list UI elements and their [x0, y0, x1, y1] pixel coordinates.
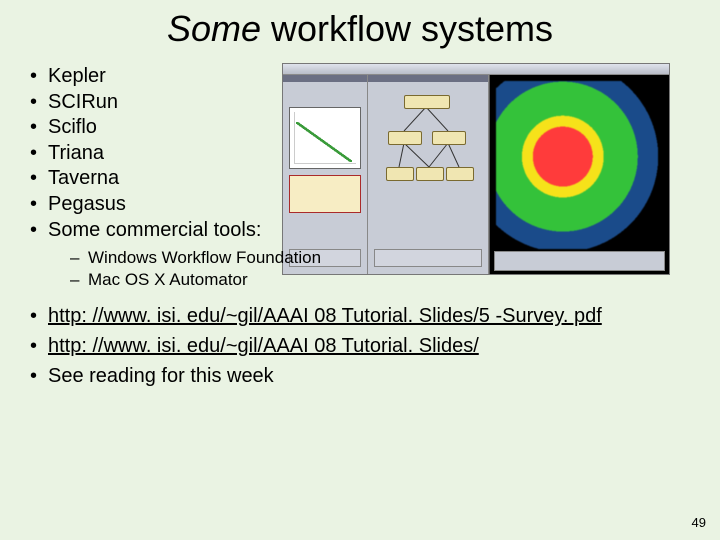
list-item: Windows Workflow Foundation — [70, 247, 694, 269]
list-item: Sciflo — [26, 115, 694, 141]
slide-content: Kepler SCIRun Sciflo Triana Taverna Pega… — [0, 50, 720, 391]
slide-title: Some workflow systems — [0, 0, 720, 50]
link-list: http: //www. isi. edu/~gil/AAAI 08 Tutor… — [26, 301, 694, 391]
link[interactable]: http: //www. isi. edu/~gil/AAAI 08 Tutor… — [48, 305, 602, 327]
list-item: Taverna — [26, 166, 694, 192]
list-item: Pegasus — [26, 192, 694, 218]
list-item: See reading for this week — [26, 361, 694, 391]
title-rest: workflow systems — [261, 8, 553, 49]
list-item: Some commercial tools: — [26, 218, 694, 244]
title-em: Some — [167, 8, 261, 49]
list-item: SCIRun — [26, 90, 694, 116]
page-number: 49 — [692, 515, 706, 530]
list-item: http: //www. isi. edu/~gil/AAAI 08 Tutor… — [26, 331, 694, 361]
slide: Some workflow systems — [0, 0, 720, 540]
bullet-list: Kepler SCIRun Sciflo Triana Taverna Pega… — [26, 64, 694, 243]
list-item: Mac OS X Automator — [70, 269, 694, 291]
link[interactable]: http: //www. isi. edu/~gil/AAAI 08 Tutor… — [48, 335, 479, 357]
list-item: Kepler — [26, 64, 694, 90]
sub-bullet-list: Windows Workflow Foundation Mac OS X Aut… — [26, 247, 694, 291]
list-item: http: //www. isi. edu/~gil/AAAI 08 Tutor… — [26, 301, 694, 331]
list-item: Triana — [26, 141, 694, 167]
